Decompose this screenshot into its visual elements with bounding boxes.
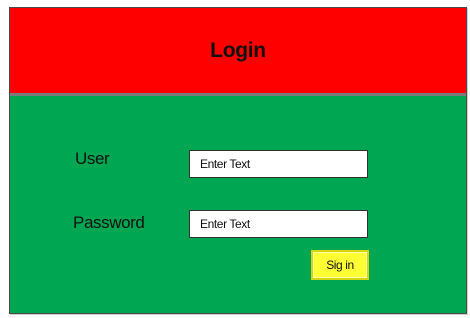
password-input-text: Enter Text (200, 217, 250, 231)
sign-in-button[interactable]: Sig in (311, 250, 369, 280)
login-header: Login (10, 8, 466, 93)
sign-in-button-label: Sig in (326, 258, 354, 272)
login-window: Login User Enter Text Password Enter Tex… (9, 7, 467, 314)
password-input[interactable]: Enter Text (189, 210, 368, 238)
user-input-text: Enter Text (200, 157, 250, 171)
user-label: User (75, 149, 110, 168)
password-label: Password (73, 213, 145, 232)
page-title: Login (210, 38, 266, 62)
user-input[interactable]: Enter Text (189, 150, 368, 178)
login-form-panel (10, 96, 466, 313)
